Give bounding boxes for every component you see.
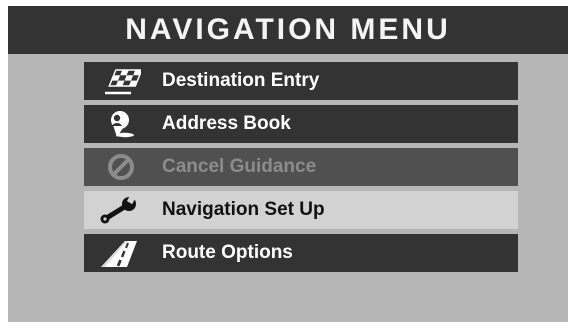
menu-item-label: Navigation Set Up — [162, 199, 325, 220]
road-icon — [98, 237, 144, 269]
cancel-icon — [98, 151, 144, 183]
menu-item-destination-entry[interactable]: Destination Entry — [84, 62, 518, 100]
menu-item-address-book[interactable]: Address Book — [84, 105, 518, 143]
page-title: NAVIGATION MENU — [125, 13, 451, 46]
menu-item-navigation-set-up[interactable]: Navigation Set Up — [84, 191, 518, 229]
header-bar: NAVIGATION MENU — [8, 6, 568, 54]
address-book-pin-icon — [98, 108, 144, 140]
navigation-screen: NAVIGATION MENU Destination Entry Addres… — [8, 6, 568, 322]
menu-item-cancel-guidance[interactable]: Cancel Guidance — [84, 148, 518, 186]
navigation-menu: Destination Entry Address Book Cancel Gu… — [84, 62, 518, 277]
checkered-flag-icon — [98, 65, 144, 97]
menu-item-label: Destination Entry — [162, 70, 320, 91]
wrench-icon — [98, 194, 144, 226]
menu-item-label: Address Book — [162, 113, 291, 134]
menu-item-label: Route Options — [162, 242, 293, 263]
menu-item-label: Cancel Guidance — [162, 156, 317, 177]
menu-item-route-options[interactable]: Route Options — [84, 234, 518, 272]
